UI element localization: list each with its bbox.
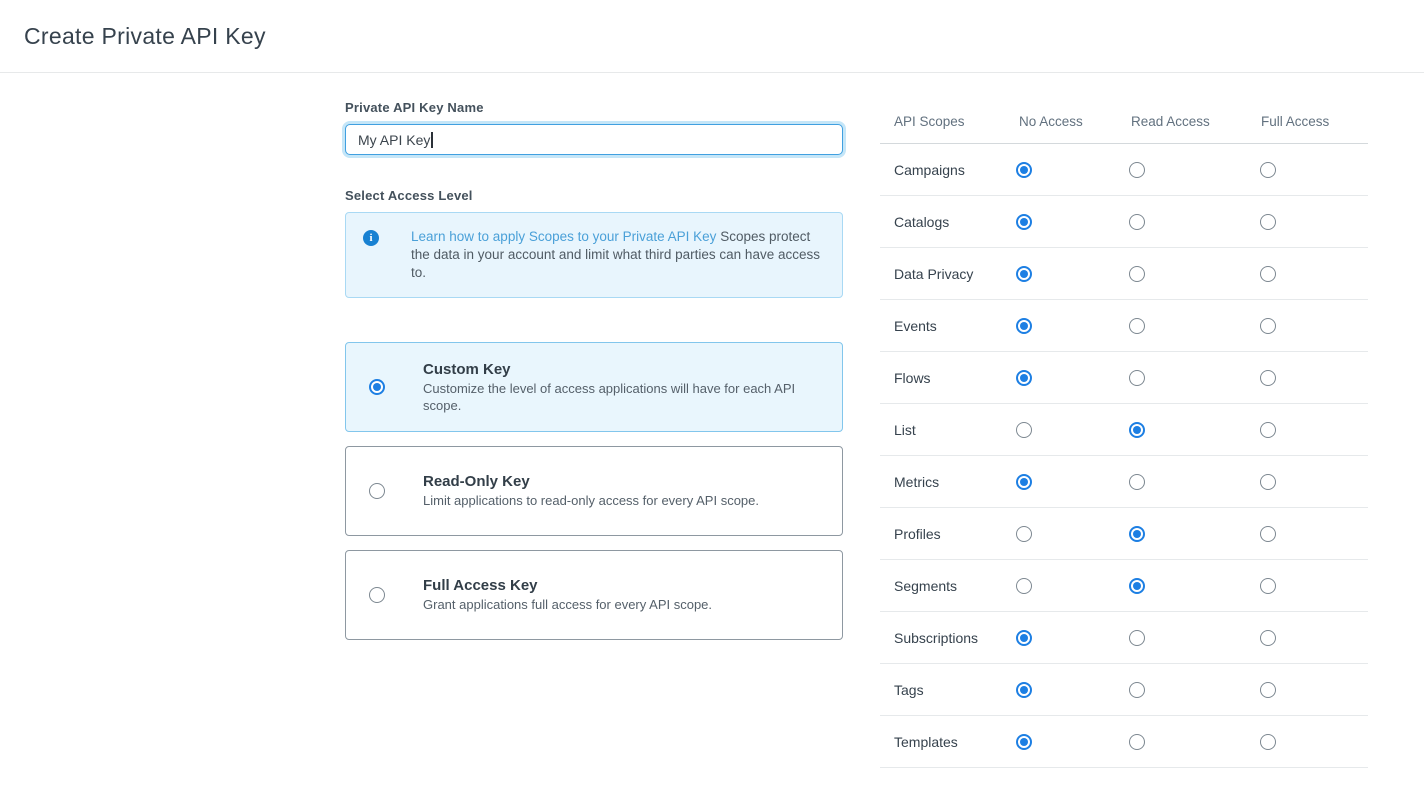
profiles-full-access-radio[interactable]	[1260, 526, 1276, 542]
info-icon: i	[363, 230, 379, 246]
scope-label: Subscriptions	[894, 630, 978, 646]
info-text: Learn how to apply Scopes to your Privat…	[411, 228, 820, 282]
scope-label: List	[894, 422, 916, 438]
text-caret	[431, 132, 433, 148]
access-option-full-access-key[interactable]: Full Access Key Grant applications full a…	[345, 550, 843, 640]
option-description: Limit applications to read-only access f…	[423, 492, 759, 509]
scope-label: Events	[894, 318, 937, 334]
data-privacy-no-access-radio[interactable]	[1016, 266, 1032, 282]
metrics-full-access-radio[interactable]	[1260, 474, 1276, 490]
events-no-access-radio[interactable]	[1016, 318, 1032, 334]
access-option-read-only-key[interactable]: Read-Only Key Limit applications to read-…	[345, 446, 843, 536]
scope-row-templates: Templates	[880, 716, 1368, 768]
templates-read-access-radio[interactable]	[1129, 734, 1145, 750]
flows-full-access-radio[interactable]	[1260, 370, 1276, 386]
profiles-no-access-radio[interactable]	[1016, 526, 1032, 542]
scopes-table-body: Campaigns Catalogs Data Privacy Events Flows…	[880, 144, 1368, 768]
option-text: Custom Key Customize the level of access …	[423, 361, 828, 414]
events-full-access-radio[interactable]	[1260, 318, 1276, 334]
column-header-full-access: Full Access	[1261, 114, 1329, 129]
data-privacy-full-access-radio[interactable]	[1260, 266, 1276, 282]
subscriptions-full-access-radio[interactable]	[1260, 630, 1276, 646]
key-name-label: Private API Key Name	[345, 100, 843, 115]
scope-label: Metrics	[894, 474, 939, 490]
option-title: Read-Only Key	[423, 473, 759, 490]
read-only-key-radio[interactable]	[369, 483, 385, 499]
subscriptions-read-access-radio[interactable]	[1129, 630, 1145, 646]
tags-read-access-radio[interactable]	[1129, 682, 1145, 698]
scope-row-tags: Tags	[880, 664, 1368, 716]
column-header-no-access: No Access	[1019, 114, 1083, 129]
scope-label: Tags	[894, 682, 924, 698]
page-header: Create Private API Key	[0, 0, 1424, 73]
tags-full-access-radio[interactable]	[1260, 682, 1276, 698]
segments-read-access-radio[interactable]	[1129, 578, 1145, 594]
full-access-key-radio[interactable]	[369, 587, 385, 603]
campaigns-read-access-radio[interactable]	[1129, 162, 1145, 178]
scope-row-segments: Segments	[880, 560, 1368, 612]
list-no-access-radio[interactable]	[1016, 422, 1032, 438]
templates-no-access-radio[interactable]	[1016, 734, 1032, 750]
page-title: Create Private API Key	[24, 23, 266, 50]
scopes-table: API Scopes No Access Read Access Full Ac…	[880, 104, 1368, 768]
column-header-api-scopes: API Scopes	[894, 114, 965, 129]
metrics-read-access-radio[interactable]	[1129, 474, 1145, 490]
option-text: Read-Only Key Limit applications to read-…	[423, 473, 759, 509]
flows-no-access-radio[interactable]	[1016, 370, 1032, 386]
scope-label: Flows	[894, 370, 931, 386]
subscriptions-no-access-radio[interactable]	[1016, 630, 1032, 646]
scope-row-campaigns: Campaigns	[880, 144, 1368, 196]
campaigns-full-access-radio[interactable]	[1260, 162, 1276, 178]
scopes-info-banner: i Learn how to apply Scopes to your Priv…	[345, 212, 843, 298]
scope-row-data-privacy: Data Privacy	[880, 248, 1368, 300]
custom-key-radio[interactable]	[369, 379, 385, 395]
segments-full-access-radio[interactable]	[1260, 578, 1276, 594]
option-title: Full Access Key	[423, 577, 712, 594]
catalogs-read-access-radio[interactable]	[1129, 214, 1145, 230]
templates-full-access-radio[interactable]	[1260, 734, 1276, 750]
catalogs-full-access-radio[interactable]	[1260, 214, 1276, 230]
scope-label: Segments	[894, 578, 957, 594]
scope-row-list: List	[880, 404, 1368, 456]
scopes-help-link[interactable]: Learn how to apply Scopes to your Privat…	[411, 229, 716, 244]
access-level-label: Select Access Level	[345, 188, 843, 203]
option-description: Customize the level of access applicatio…	[423, 380, 828, 414]
scope-row-flows: Flows	[880, 352, 1368, 404]
catalogs-no-access-radio[interactable]	[1016, 214, 1032, 230]
scope-label: Templates	[894, 734, 958, 750]
option-title: Custom Key	[423, 361, 828, 378]
metrics-no-access-radio[interactable]	[1016, 474, 1032, 490]
access-option-custom-key[interactable]: Custom Key Customize the level of access …	[345, 342, 843, 432]
scope-row-subscriptions: Subscriptions	[880, 612, 1368, 664]
option-text: Full Access Key Grant applications full a…	[423, 577, 712, 613]
key-form: Private API Key Name My API Key Select A…	[345, 100, 843, 640]
scope-row-metrics: Metrics	[880, 456, 1368, 508]
scope-row-catalogs: Catalogs	[880, 196, 1368, 248]
option-description: Grant applications full access for every…	[423, 596, 712, 613]
key-name-value: My API Key	[358, 132, 430, 148]
segments-no-access-radio[interactable]	[1016, 578, 1032, 594]
scope-row-events: Events	[880, 300, 1368, 352]
list-read-access-radio[interactable]	[1129, 422, 1145, 438]
scope-label: Catalogs	[894, 214, 949, 230]
access-level-options: Custom Key Customize the level of access …	[345, 342, 843, 640]
profiles-read-access-radio[interactable]	[1129, 526, 1145, 542]
scope-label: Profiles	[894, 526, 941, 542]
scope-label: Data Privacy	[894, 266, 973, 282]
tags-no-access-radio[interactable]	[1016, 682, 1032, 698]
data-privacy-read-access-radio[interactable]	[1129, 266, 1145, 282]
column-header-read-access: Read Access	[1131, 114, 1210, 129]
scope-label: Campaigns	[894, 162, 965, 178]
list-full-access-radio[interactable]	[1260, 422, 1276, 438]
events-read-access-radio[interactable]	[1129, 318, 1145, 334]
key-name-input[interactable]: My API Key	[345, 124, 843, 155]
campaigns-no-access-radio[interactable]	[1016, 162, 1032, 178]
scopes-table-header: API Scopes No Access Read Access Full Ac…	[880, 104, 1368, 144]
scope-row-profiles: Profiles	[880, 508, 1368, 560]
flows-read-access-radio[interactable]	[1129, 370, 1145, 386]
